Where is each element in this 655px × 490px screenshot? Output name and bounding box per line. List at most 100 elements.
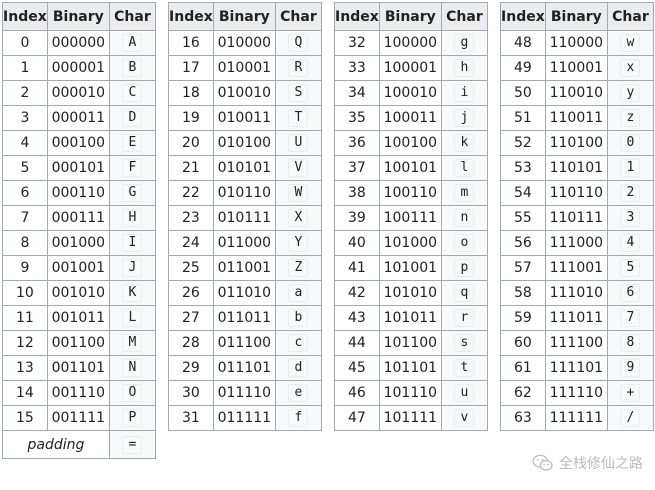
index-cell: 32 — [334, 30, 380, 56]
table-row: 17 010001 R — [168, 55, 323, 81]
char-cell: h — [440, 55, 489, 81]
char-code: F — [122, 159, 143, 177]
base64-table-2: Index Binary Char 16 010000 Q 17 010001 R 18 01001… — [168, 2, 323, 431]
index-cell: 0 — [2, 30, 48, 56]
index-cell: 12 — [2, 330, 48, 356]
index-cell: 20 — [168, 130, 214, 156]
binary-cell: 010111 — [212, 205, 276, 231]
char-code: l — [454, 159, 475, 177]
binary-cell: 001011 — [46, 305, 110, 331]
char-cell: N — [108, 355, 157, 381]
binary-cell: 001010 — [46, 280, 110, 306]
table-row: 32 100000 g — [334, 30, 489, 56]
index-cell: 54 — [500, 180, 546, 206]
table-row: 53 110101 1 — [500, 155, 655, 181]
binary-cell: 111010 — [544, 280, 608, 306]
char-code: d — [288, 359, 309, 377]
header-index: Index — [2, 2, 48, 31]
table-row: 28 011100 c — [168, 330, 323, 356]
binary-cell: 111011 — [544, 305, 608, 331]
index-cell: 19 — [168, 105, 214, 131]
index-cell: 60 — [500, 330, 546, 356]
char-cell: K — [108, 280, 157, 306]
binary-cell: 101001 — [378, 255, 442, 281]
char-code: n — [454, 209, 475, 227]
char-cell: J — [108, 255, 157, 281]
table-row: 19 010011 T — [168, 105, 323, 131]
watermark-text: 全栈修仙之路 — [559, 456, 643, 472]
binary-cell: 100000 — [378, 30, 442, 56]
char-cell: e — [274, 380, 323, 406]
header-index: Index — [334, 2, 380, 31]
watermark: 全栈修仙之路 — [532, 453, 643, 473]
char-code: 3 — [620, 209, 641, 227]
char-code: c — [288, 334, 309, 352]
table-row: 0 000000 A — [2, 30, 157, 56]
table-row: 50 110010 y — [500, 80, 655, 106]
char-code: 8 — [620, 334, 641, 352]
char-code: o — [454, 234, 475, 252]
char-cell: 7 — [606, 305, 655, 331]
char-code: i — [454, 84, 475, 102]
char-cell: j — [440, 105, 489, 131]
table-row: 15 001111 P — [2, 405, 157, 431]
char-code: R — [288, 59, 309, 77]
char-cell: v — [440, 405, 489, 431]
char-cell: w — [606, 30, 655, 56]
char-cell: l — [440, 155, 489, 181]
char-code: E — [122, 134, 143, 152]
binary-cell: 010101 — [212, 155, 276, 181]
char-code: Z — [288, 259, 309, 277]
char-cell: a — [274, 280, 323, 306]
char-code: g — [454, 34, 475, 52]
table-row: 45 101101 t — [334, 355, 489, 381]
table-row: 41 101001 p — [334, 255, 489, 281]
char-cell: I — [108, 230, 157, 256]
char-cell: z — [606, 105, 655, 131]
index-cell: 51 — [500, 105, 546, 131]
char-cell: 1 — [606, 155, 655, 181]
binary-cell: 110100 — [544, 130, 608, 156]
char-code: S — [288, 84, 309, 102]
base64-table-3: Index Binary Char 32 100000 g 33 100001 h 34 10001… — [334, 2, 489, 431]
header-index: Index — [500, 2, 546, 31]
binary-cell: 110101 — [544, 155, 608, 181]
table-row: 21 010101 V — [168, 155, 323, 181]
index-cell: 2 — [2, 80, 48, 106]
char-code: H — [122, 209, 143, 227]
char-cell: s — [440, 330, 489, 356]
binary-cell: 111100 — [544, 330, 608, 356]
char-code: I — [122, 234, 143, 252]
table-row: 22 010110 W — [168, 180, 323, 206]
index-cell: 30 — [168, 380, 214, 406]
index-cell: 21 — [168, 155, 214, 181]
char-cell: 5 — [606, 255, 655, 281]
index-cell: 1 — [2, 55, 48, 81]
table-row: 57 111001 5 — [500, 255, 655, 281]
char-code: D — [122, 109, 143, 127]
binary-cell: 101100 — [378, 330, 442, 356]
index-cell: 38 — [334, 180, 380, 206]
char-cell: C — [108, 80, 157, 106]
char-code: s — [454, 334, 475, 352]
index-cell: 47 — [334, 405, 380, 431]
binary-cell: 000111 — [46, 205, 110, 231]
char-code: O — [122, 384, 143, 402]
table-row: 9 001001 J — [2, 255, 157, 281]
char-cell: t — [440, 355, 489, 381]
index-cell: 46 — [334, 380, 380, 406]
index-cell: 24 — [168, 230, 214, 256]
char-code: G — [122, 184, 143, 202]
binary-cell: 010000 — [212, 30, 276, 56]
table-row: 38 100110 m — [334, 180, 489, 206]
padding-label: padding — [2, 430, 110, 459]
char-code: f — [288, 409, 309, 427]
binary-cell: 011111 — [212, 405, 276, 431]
char-cell: L — [108, 305, 157, 331]
char-cell: 2 — [606, 180, 655, 206]
table-row: 36 100100 k — [334, 130, 489, 156]
index-cell: 22 — [168, 180, 214, 206]
header-row: Index Binary Char — [168, 2, 323, 31]
char-cell: 8 — [606, 330, 655, 356]
char-code: / — [620, 409, 641, 427]
